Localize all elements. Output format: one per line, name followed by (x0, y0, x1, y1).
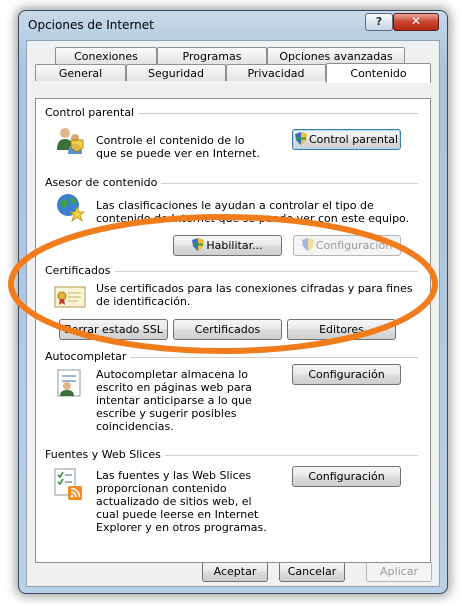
section-divider (160, 455, 418, 456)
section-divider (120, 357, 418, 358)
accept-button[interactable]: Aceptar (202, 561, 268, 582)
advisor-description: Las clasificaciones le ayudan a controla… (96, 199, 410, 225)
apply-button[interactable]: Aplicar (366, 561, 432, 582)
publishers-button[interactable]: Editores (287, 319, 396, 340)
autocomplete-section-title: Autocompletar (45, 350, 131, 363)
tab-general[interactable]: General (35, 64, 126, 81)
tab-privacidad[interactable]: Privacidad (226, 64, 326, 81)
tab-seguridad[interactable]: Seguridad (126, 64, 226, 81)
section-divider (106, 271, 418, 272)
feeds-section-title: Fuentes y Web Slices (45, 448, 165, 461)
shield-icon (192, 238, 205, 257)
parental-description: Controle el contenido de lo que se puede… (96, 134, 260, 160)
certificates-description: Use certificados para las conexiones cif… (96, 282, 413, 308)
feeds-checklist-icon (54, 468, 84, 505)
window-title: Opciones de Internet (28, 18, 154, 32)
family-users-icon (56, 126, 84, 159)
help-button[interactable]: ? (365, 13, 393, 31)
autocomplete-settings-button[interactable]: Configuración (292, 364, 401, 385)
tab-programas[interactable]: Programas (157, 47, 267, 64)
clear-ssl-state-button[interactable]: Borrar estado SSL (59, 319, 168, 340)
shield-icon (294, 132, 307, 151)
content-tab-panel: Control parental Controle el contenido d… (35, 98, 431, 563)
tab-conexiones[interactable]: Conexiones (55, 47, 157, 64)
autocomplete-description: Autocompletar almacena lo escrito en pág… (96, 368, 252, 433)
tab-opciones-avanzadas[interactable]: Opciones avanzadas (267, 47, 405, 64)
shield-icon (301, 238, 314, 257)
certificates-section-title: Certificados (45, 264, 115, 277)
globe-star-icon (56, 193, 86, 226)
internet-options-dialog: Opciones de Internet ? ✕ Conexiones Prog… (18, 10, 448, 594)
title-bar[interactable]: Opciones de Internet ? ✕ (19, 11, 447, 39)
feeds-settings-button[interactable]: Configuración (292, 466, 401, 487)
cancel-button[interactable]: Cancelar (279, 561, 345, 582)
feeds-description: Las fuentes y las Web Slices proporciona… (96, 469, 267, 534)
certificates-button[interactable]: Certificados (173, 319, 282, 340)
section-divider (126, 113, 418, 114)
close-button[interactable]: ✕ (393, 13, 439, 31)
enable-advisor-button[interactable]: Habilitar... (173, 235, 282, 256)
advisor-configuration-button-label: Configuración (315, 239, 393, 252)
parental-section-title: Control parental (45, 106, 139, 119)
advisor-configuration-button[interactable]: Configuración (293, 235, 401, 256)
dialog-client-area: Conexiones Programas Opciones avanzadas … (26, 40, 440, 587)
parental-control-button[interactable]: Control parental (292, 129, 401, 150)
parental-control-button-label: Control parental (308, 133, 399, 146)
certificate-icon (54, 285, 86, 312)
advisor-section-title: Asesor de contenido (45, 176, 162, 189)
tab-contenido[interactable]: Contenido (326, 63, 431, 83)
autocomplete-form-icon (56, 368, 84, 401)
section-divider (146, 183, 418, 184)
enable-advisor-button-label: Habilitar... (206, 239, 263, 252)
